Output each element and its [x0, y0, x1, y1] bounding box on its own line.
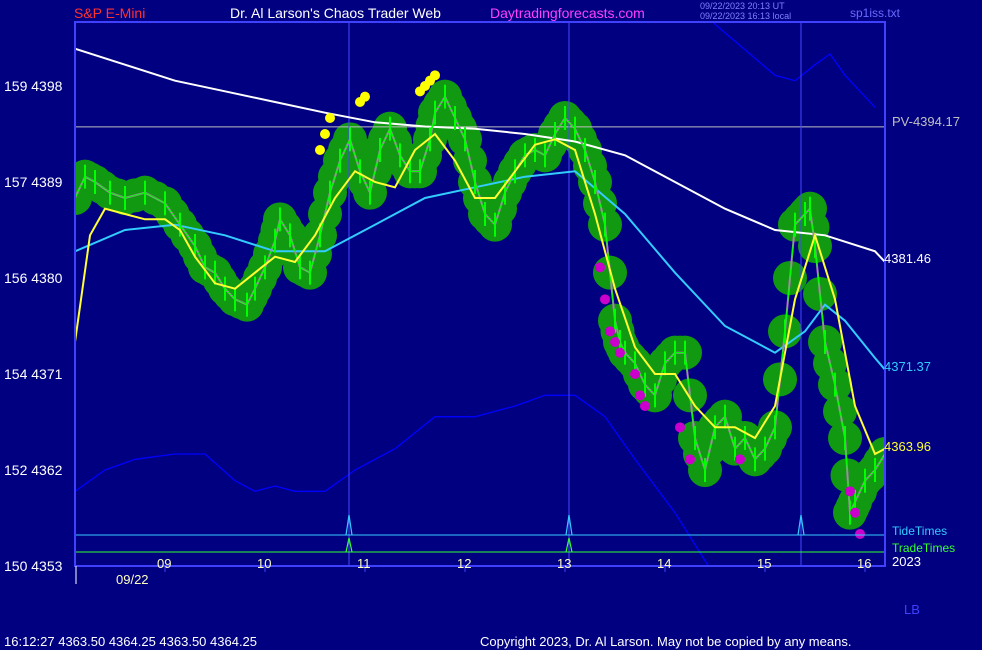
y-tick-label: 159 4398 [4, 78, 63, 94]
y-tick-label: 152 4362 [4, 462, 63, 478]
down-marker [855, 529, 865, 539]
legend-trade: TradeTimes [892, 541, 956, 555]
down-marker [600, 294, 610, 305]
down-marker [845, 486, 855, 497]
x-tick-label: 12 [457, 556, 472, 571]
up-marker [430, 70, 440, 81]
down-marker [630, 369, 640, 379]
file-label: sp1iss.txt [850, 6, 901, 20]
pv-level-label: PV-4394.17 [892, 114, 960, 129]
up-marker [320, 129, 330, 139]
yellow-ma-label: 4363.96 [884, 439, 931, 454]
chart-canvas [74, 21, 886, 584]
down-marker [605, 326, 615, 337]
up-marker [315, 145, 325, 155]
y-tick-label: 157 4389 [4, 174, 63, 190]
tide-trade-lines [75, 514, 885, 553]
date-label: 09/22 [116, 572, 149, 587]
down-marker [595, 262, 605, 273]
copyright: Copyright 2023, Dr. Al Larson. May not b… [480, 634, 852, 649]
time-ut: 09/22/2023 20:13 UT [700, 1, 785, 11]
down-marker [735, 454, 745, 465]
cycle-markers [348, 22, 802, 566]
x-tick-label: 11 [357, 556, 371, 571]
lb-label: LB [904, 602, 920, 617]
time-local: 09/22/2023 16:13 local [700, 11, 792, 21]
down-marker [635, 390, 645, 401]
cyan-ma-label: 4371.37 [884, 359, 931, 374]
x-tick-label: 10 [257, 556, 272, 571]
plot-frame [74, 21, 886, 567]
up-marker [325, 113, 335, 123]
x-tick-label: 16 [857, 556, 872, 571]
band-lines [75, 22, 876, 566]
year-label: 2023 [892, 554, 921, 569]
y-tick-label: 150 4353 [4, 558, 63, 574]
white-ma-label: 4381.46 [884, 251, 931, 266]
legend-tide: TideTimes [892, 524, 948, 538]
symbol-title: S&P E-Mini [74, 5, 146, 21]
chart-title: Dr. Al Larson's Chaos Trader Web [230, 5, 441, 21]
down-marker [640, 401, 650, 411]
y-tick-label: 154 4371 [4, 366, 63, 382]
down-marker [610, 337, 620, 347]
x-tick-label: 14 [657, 556, 672, 571]
down-marker [685, 454, 695, 465]
site-link[interactable]: Daytradingforecasts.com [490, 5, 645, 21]
down-marker [850, 507, 860, 518]
x-tick-label: 13 [557, 556, 572, 571]
y-tick-label: 156 4380 [4, 270, 63, 286]
x-tick-label: 09 [157, 556, 172, 571]
x-tick-label: 15 [757, 556, 772, 571]
down-marker [615, 347, 625, 358]
down-marker [675, 422, 685, 433]
quote-readout: 16:12:27 4363.50 4364.25 4363.50 4364.25 [4, 634, 258, 649]
up-marker [360, 91, 370, 102]
price-halo [75, 79, 885, 530]
plot-border [74, 21, 886, 567]
